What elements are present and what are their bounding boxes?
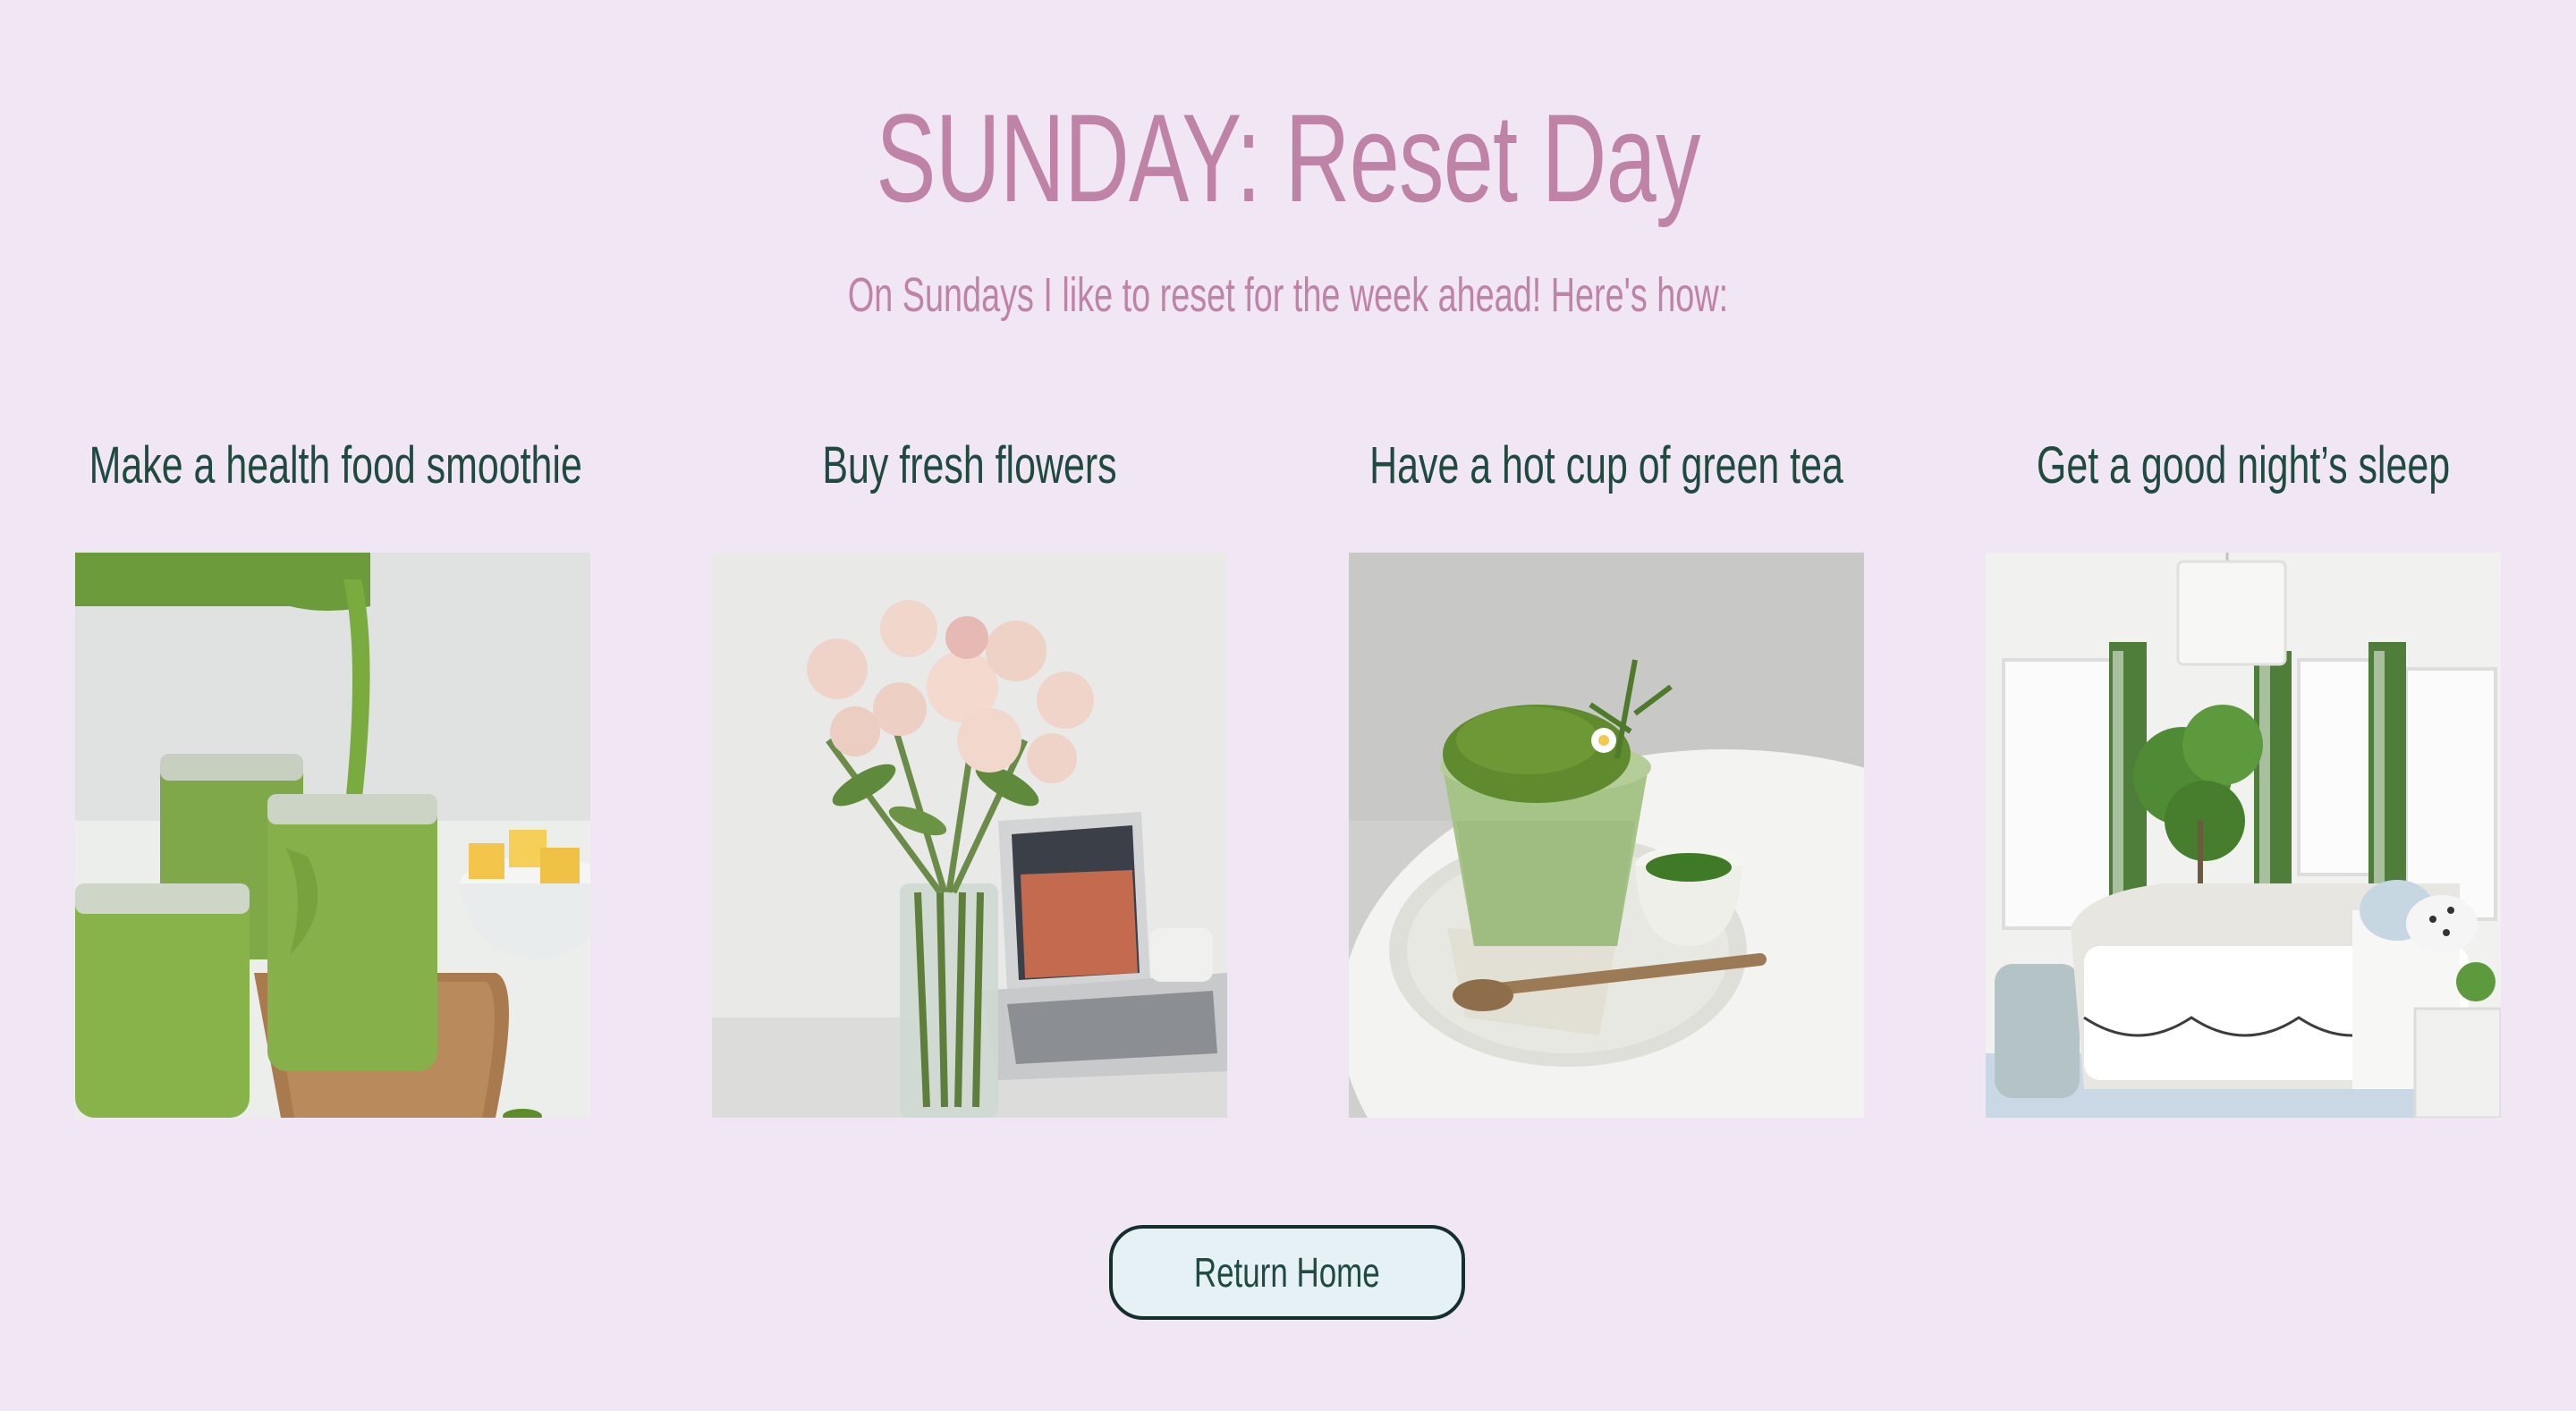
return-home-button[interactable]: Return Home <box>1109 1225 1465 1320</box>
activity-title: Get a good night’s sleep <box>2036 436 2451 494</box>
activity-card-smoothie: Make a health food smoothie <box>75 429 590 1118</box>
activity-title: Have a hot cup of green tea <box>1369 436 1843 494</box>
activity-card-sleep: Get a good night’s sleep <box>1986 429 2501 1118</box>
activity-title: Make a health food smoothie <box>89 436 582 494</box>
page-title: SUNDAY: Reset Day <box>876 88 1700 228</box>
activity-card-flowers: Buy fresh flowers <box>712 429 1227 1118</box>
bedroom-photo <box>1986 553 2501 1118</box>
flowers-photo <box>712 553 1227 1118</box>
smoothie-photo <box>75 553 590 1118</box>
activity-title: Buy fresh flowers <box>822 436 1117 494</box>
green-tea-photo <box>1349 553 1864 1118</box>
page-subtitle: On Sundays I like to reset for the week … <box>847 268 1729 322</box>
return-home-label: Return Home <box>1194 1249 1380 1296</box>
activity-card-green-tea: Have a hot cup of green tea <box>1349 429 1864 1118</box>
reset-activities: Make a health food smoothie Buy fresh fl… <box>0 429 2576 1118</box>
